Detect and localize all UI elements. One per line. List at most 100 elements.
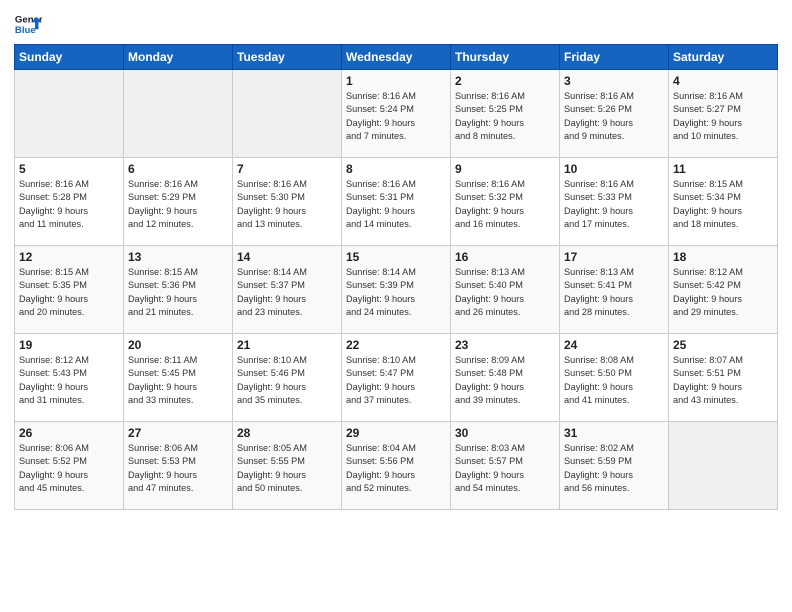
calendar-cell: 19 Sunrise: 8:12 AM Sunset: 5:43 PM Dayli…: [15, 334, 124, 422]
day-info: Sunrise: 8:14 AM Sunset: 5:37 PM Dayligh…: [237, 266, 337, 319]
day-info: Sunrise: 8:05 AM Sunset: 5:55 PM Dayligh…: [237, 442, 337, 495]
day-number: 15: [346, 250, 446, 264]
day-info: Sunrise: 8:11 AM Sunset: 5:45 PM Dayligh…: [128, 354, 228, 407]
day-number: 18: [673, 250, 773, 264]
calendar-cell: 5 Sunrise: 8:16 AM Sunset: 5:28 PM Daylig…: [15, 158, 124, 246]
day-header-thursday: Thursday: [451, 45, 560, 70]
day-info: Sunrise: 8:16 AM Sunset: 5:33 PM Dayligh…: [564, 178, 664, 231]
calendar-week-row: 12 Sunrise: 8:15 AM Sunset: 5:35 PM Dayli…: [15, 246, 778, 334]
day-info: Sunrise: 8:13 AM Sunset: 5:40 PM Dayligh…: [455, 266, 555, 319]
calendar-cell: 15 Sunrise: 8:14 AM Sunset: 5:39 PM Dayli…: [342, 246, 451, 334]
day-number: 26: [19, 426, 119, 440]
day-number: 1: [346, 74, 446, 88]
day-number: 27: [128, 426, 228, 440]
calendar-cell: 23 Sunrise: 8:09 AM Sunset: 5:48 PM Dayli…: [451, 334, 560, 422]
calendar-week-row: 5 Sunrise: 8:16 AM Sunset: 5:28 PM Daylig…: [15, 158, 778, 246]
day-number: 22: [346, 338, 446, 352]
calendar-cell: 7 Sunrise: 8:16 AM Sunset: 5:30 PM Daylig…: [233, 158, 342, 246]
calendar-cell: 29 Sunrise: 8:04 AM Sunset: 5:56 PM Dayli…: [342, 422, 451, 510]
calendar-cell: 21 Sunrise: 8:10 AM Sunset: 5:46 PM Dayli…: [233, 334, 342, 422]
day-number: 4: [673, 74, 773, 88]
day-number: 25: [673, 338, 773, 352]
calendar-cell: 30Sunrise: 8:03 AM Sunset: 5:57 PM Dayli…: [451, 422, 560, 510]
calendar-cell: 31 Sunrise: 8:02 AM Sunset: 5:59 PM Dayli…: [560, 422, 669, 510]
day-number: 16: [455, 250, 555, 264]
calendar-cell: 14 Sunrise: 8:14 AM Sunset: 5:37 PM Dayli…: [233, 246, 342, 334]
day-info: Sunrise: 8:10 AM Sunset: 5:47 PM Dayligh…: [346, 354, 446, 407]
day-number: 20: [128, 338, 228, 352]
day-number: 5: [19, 162, 119, 176]
day-info: Sunrise: 8:15 AM Sunset: 5:36 PM Dayligh…: [128, 266, 228, 319]
logo-icon: General Blue: [14, 10, 42, 38]
day-header-sunday: Sunday: [15, 45, 124, 70]
page-container: General Blue SundayMondayTuesdayWednesda…: [0, 0, 792, 518]
calendar-cell: [15, 70, 124, 158]
day-number: 13: [128, 250, 228, 264]
header: General Blue: [14, 10, 778, 38]
day-header-friday: Friday: [560, 45, 669, 70]
day-number: 29: [346, 426, 446, 440]
calendar-cell: [669, 422, 778, 510]
calendar-cell: 4 Sunrise: 8:16 AM Sunset: 5:27 PM Daylig…: [669, 70, 778, 158]
day-info: Sunrise: 8:07 AM Sunset: 5:51 PM Dayligh…: [673, 354, 773, 407]
calendar-week-row: 19 Sunrise: 8:12 AM Sunset: 5:43 PM Dayli…: [15, 334, 778, 422]
day-info: Sunrise: 8:04 AM Sunset: 5:56 PM Dayligh…: [346, 442, 446, 495]
calendar-cell: 22 Sunrise: 8:10 AM Sunset: 5:47 PM Dayli…: [342, 334, 451, 422]
calendar-cell: 2 Sunrise: 8:16 AM Sunset: 5:25 PM Daylig…: [451, 70, 560, 158]
calendar-cell: 10 Sunrise: 8:16 AM Sunset: 5:33 PM Dayli…: [560, 158, 669, 246]
day-number: 12: [19, 250, 119, 264]
day-info: Sunrise: 8:16 AM Sunset: 5:25 PM Dayligh…: [455, 90, 555, 143]
day-info: Sunrise: 8:16 AM Sunset: 5:28 PM Dayligh…: [19, 178, 119, 231]
day-header-saturday: Saturday: [669, 45, 778, 70]
day-info: Sunrise: 8:13 AM Sunset: 5:41 PM Dayligh…: [564, 266, 664, 319]
calendar-cell: 9 Sunrise: 8:16 AM Sunset: 5:32 PM Daylig…: [451, 158, 560, 246]
day-info: Sunrise: 8:16 AM Sunset: 5:32 PM Dayligh…: [455, 178, 555, 231]
day-number: 10: [564, 162, 664, 176]
day-info: Sunrise: 8:16 AM Sunset: 5:31 PM Dayligh…: [346, 178, 446, 231]
calendar-cell: 20 Sunrise: 8:11 AM Sunset: 5:45 PM Dayli…: [124, 334, 233, 422]
day-header-monday: Monday: [124, 45, 233, 70]
logo: General Blue: [14, 10, 42, 38]
day-number: 14: [237, 250, 337, 264]
day-info: Sunrise: 8:15 AM Sunset: 5:35 PM Dayligh…: [19, 266, 119, 319]
day-number: 9: [455, 162, 555, 176]
day-info: Sunrise: 8:12 AM Sunset: 5:43 PM Dayligh…: [19, 354, 119, 407]
svg-text:Blue: Blue: [15, 25, 36, 36]
day-header-tuesday: Tuesday: [233, 45, 342, 70]
day-number: 6: [128, 162, 228, 176]
day-number: 24: [564, 338, 664, 352]
day-info: Sunrise: 8:09 AM Sunset: 5:48 PM Dayligh…: [455, 354, 555, 407]
day-info: Sunrise: 8:06 AM Sunset: 5:52 PM Dayligh…: [19, 442, 119, 495]
day-info: Sunrise: 8:14 AM Sunset: 5:39 PM Dayligh…: [346, 266, 446, 319]
day-number: 11: [673, 162, 773, 176]
day-info: Sunrise: 8:16 AM Sunset: 5:27 PM Dayligh…: [673, 90, 773, 143]
day-info: Sunrise: 8:10 AM Sunset: 5:46 PM Dayligh…: [237, 354, 337, 407]
day-number: 3: [564, 74, 664, 88]
calendar-cell: 18 Sunrise: 8:12 AM Sunset: 5:42 PM Dayli…: [669, 246, 778, 334]
day-info: Sunrise: 8:16 AM Sunset: 5:26 PM Dayligh…: [564, 90, 664, 143]
day-number: 21: [237, 338, 337, 352]
calendar-cell: 26 Sunrise: 8:06 AM Sunset: 5:52 PM Dayli…: [15, 422, 124, 510]
day-number: 17: [564, 250, 664, 264]
day-number: 23: [455, 338, 555, 352]
day-number: 28: [237, 426, 337, 440]
day-header-wednesday: Wednesday: [342, 45, 451, 70]
calendar-cell: 8Sunrise: 8:16 AM Sunset: 5:31 PM Daylig…: [342, 158, 451, 246]
calendar-header-row: SundayMondayTuesdayWednesdayThursdayFrid…: [15, 45, 778, 70]
calendar-cell: [233, 70, 342, 158]
calendar-cell: 11Sunrise: 8:15 AM Sunset: 5:34 PM Dayli…: [669, 158, 778, 246]
day-info: Sunrise: 8:03 AM Sunset: 5:57 PM Dayligh…: [455, 442, 555, 495]
calendar-cell: 1 Sunrise: 8:16 AM Sunset: 5:24 PM Daylig…: [342, 70, 451, 158]
day-info: Sunrise: 8:02 AM Sunset: 5:59 PM Dayligh…: [564, 442, 664, 495]
calendar-week-row: 1 Sunrise: 8:16 AM Sunset: 5:24 PM Daylig…: [15, 70, 778, 158]
day-number: 7: [237, 162, 337, 176]
day-info: Sunrise: 8:16 AM Sunset: 5:30 PM Dayligh…: [237, 178, 337, 231]
day-info: Sunrise: 8:12 AM Sunset: 5:42 PM Dayligh…: [673, 266, 773, 319]
calendar-cell: 28 Sunrise: 8:05 AM Sunset: 5:55 PM Dayli…: [233, 422, 342, 510]
day-number: 19: [19, 338, 119, 352]
day-info: Sunrise: 8:16 AM Sunset: 5:29 PM Dayligh…: [128, 178, 228, 231]
calendar-cell: 3 Sunrise: 8:16 AM Sunset: 5:26 PM Daylig…: [560, 70, 669, 158]
day-number: 2: [455, 74, 555, 88]
day-info: Sunrise: 8:16 AM Sunset: 5:24 PM Dayligh…: [346, 90, 446, 143]
day-number: 31: [564, 426, 664, 440]
